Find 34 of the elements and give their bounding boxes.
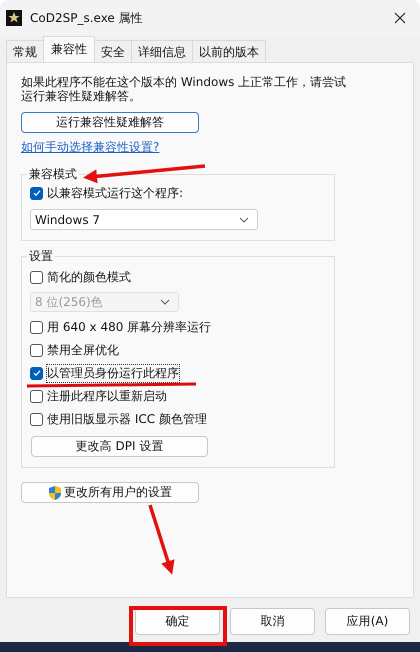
dialog-button[interactable]: 确定: [135, 608, 220, 635]
check-icon: [32, 188, 42, 198]
intro-text: 如果此程序不能在这个版本的 Windows 上正常工作，请尝试运行兼容性疑难解答。: [21, 75, 348, 103]
checkbox[interactable]: [30, 344, 43, 356]
checkbox-label: 禁用全屏优化: [47, 342, 119, 358]
all-users-button[interactable]: 更改所有用户的设置: [21, 482, 199, 503]
checkbox[interactable]: [30, 412, 43, 426]
tab[interactable]: 常规: [6, 40, 44, 62]
checkbox-label: 用 640 x 480 屏幕分辨率运行: [47, 318, 212, 336]
chevron-icon: [239, 216, 249, 222]
dialog-button[interactable]: 应用(A): [325, 608, 410, 635]
help-link[interactable]: 如何手动选择兼容性设置?: [21, 139, 160, 156]
checkbox[interactable]: [30, 186, 43, 200]
os-dropdown[interactable]: Windows 7: [30, 209, 258, 230]
checkbox[interactable]: [30, 270, 43, 284]
tab[interactable]: 以前的版本: [192, 40, 266, 62]
checkbox[interactable]: [30, 320, 43, 334]
checkbox-label: 简化的颜色模式: [47, 268, 131, 286]
checkbox[interactable]: [30, 390, 43, 402]
dialog-button[interactable]: 取消: [230, 608, 315, 635]
chevron-icon: [160, 299, 170, 305]
shield-icon: [48, 484, 62, 500]
checkbox[interactable]: [30, 366, 43, 380]
dpi-settings-button[interactable]: 更改高 DPI 设置: [31, 436, 208, 457]
window-title: CoD2SP_s.exe 属性: [30, 10, 144, 26]
tab[interactable]: 兼容性: [43, 36, 95, 62]
checkbox-label: 以管理员身份运行此程序: [47, 364, 179, 382]
troubleshoot-button[interactable]: 运行兼容性疑难解答: [21, 112, 199, 133]
check-icon: [32, 368, 42, 378]
checkbox-label: 以兼容模式运行这个程序:: [47, 184, 184, 202]
checkbox-label: 注册此程序以重新启动: [47, 388, 167, 404]
checkbox-label: 使用旧版显示器 ICC 颜色管理: [47, 410, 207, 428]
arrow-drawing: [148, 504, 175, 575]
close-icon[interactable]: [394, 12, 406, 24]
